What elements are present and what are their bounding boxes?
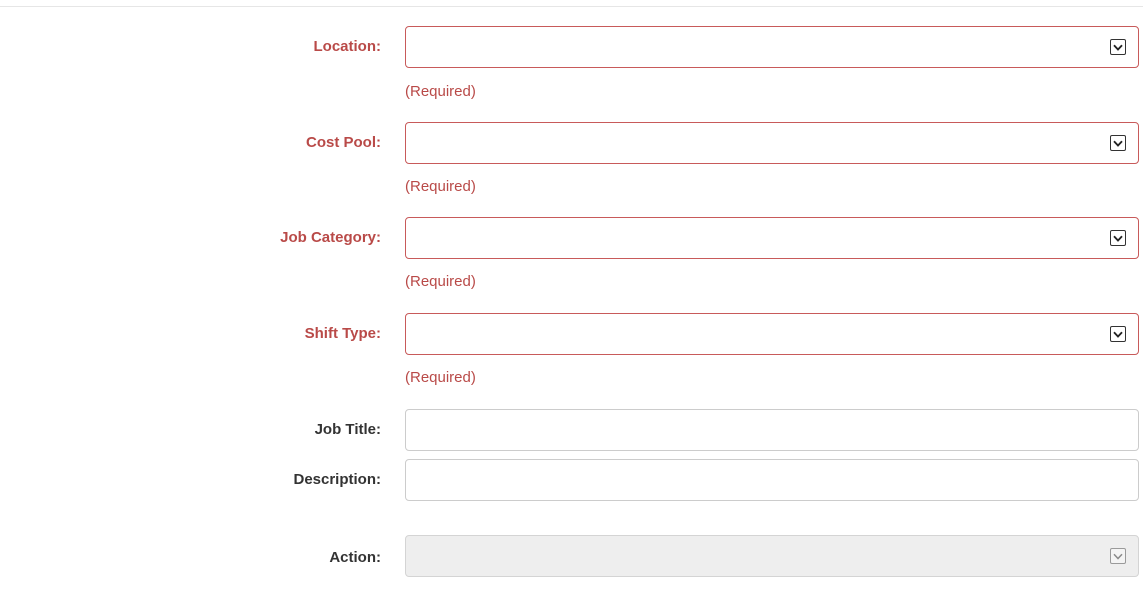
cost-pool-select[interactable]	[405, 122, 1139, 164]
job-category-required-text: (Required)	[405, 273, 476, 290]
location-required-text: (Required)	[405, 83, 476, 100]
shift-type-label: Shift Type:	[304, 325, 381, 342]
job-category-label: Job Category:	[280, 229, 381, 246]
action-select[interactable]	[405, 535, 1139, 577]
shift-type-select[interactable]	[405, 313, 1139, 355]
job-title-label: Job Title:	[314, 421, 381, 438]
cost-pool-label: Cost Pool:	[306, 134, 381, 151]
description-label: Description:	[293, 471, 381, 488]
top-divider	[0, 6, 1143, 7]
chevron-down-icon[interactable]	[1110, 326, 1126, 342]
chevron-down-icon[interactable]	[1110, 39, 1126, 55]
chevron-down-icon[interactable]	[1110, 230, 1126, 246]
action-label: Action:	[329, 549, 381, 566]
job-title-input[interactable]	[405, 409, 1139, 451]
job-category-select[interactable]	[405, 217, 1139, 259]
cost-pool-required-text: (Required)	[405, 178, 476, 195]
chevron-down-icon	[1110, 548, 1126, 564]
description-input[interactable]	[405, 459, 1139, 501]
location-select[interactable]	[405, 26, 1139, 68]
location-label: Location:	[313, 38, 382, 55]
shift-type-required-text: (Required)	[405, 369, 476, 386]
chevron-down-icon[interactable]	[1110, 135, 1126, 151]
